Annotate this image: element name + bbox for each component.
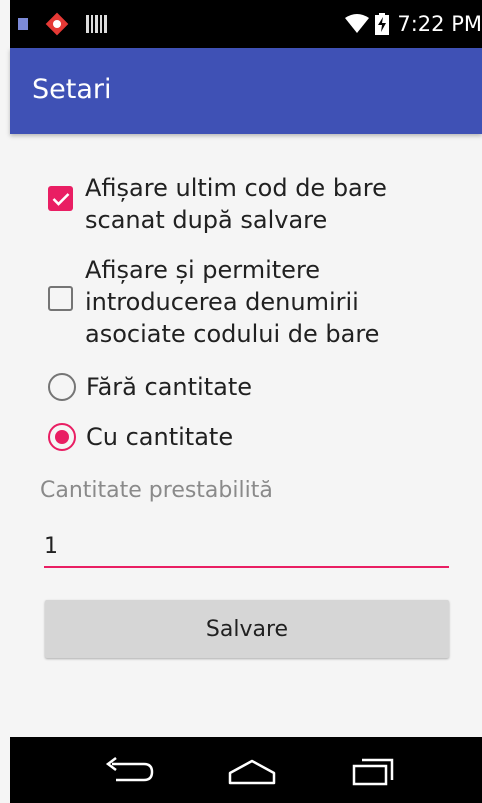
wifi-icon: [345, 14, 370, 33]
radio-no-quantity[interactable]: Fără cantitate: [48, 371, 252, 403]
back-icon: [105, 757, 154, 782]
app-bar: Setari: [10, 48, 482, 134]
radio-unselected-icon[interactable]: [48, 373, 76, 401]
setting-show-last-code[interactable]: Afișare ultim cod de bare scanat după sa…: [48, 172, 387, 236]
radio-selected-icon[interactable]: [48, 423, 76, 451]
recents-button[interactable]: [343, 751, 403, 791]
home-button[interactable]: [222, 751, 282, 791]
radio-with-quantity[interactable]: Cu cantitate: [48, 421, 233, 453]
setting-name-entry-label: Afișare și permitere introducerea denumi…: [85, 256, 380, 348]
status-time: 7:22 PM: [397, 12, 482, 36]
status-notifications: [18, 12, 109, 36]
page-title: Setari: [32, 74, 112, 105]
status-system: 7:22 PM: [345, 10, 482, 38]
checkbox-unchecked-icon[interactable]: [48, 286, 73, 311]
notification-square-icon: [18, 18, 28, 30]
radio-with-quantity-label: Cu cantitate: [86, 423, 234, 451]
checkbox-checked-icon[interactable]: [48, 186, 73, 211]
back-button[interactable]: [98, 751, 158, 791]
app-diamond-icon: [45, 12, 69, 36]
nav-bar: [10, 737, 482, 803]
status-bar: 7:22 PM: [10, 0, 482, 48]
home-icon: [228, 759, 276, 785]
barcode-icon: [86, 15, 109, 33]
battery-charging-icon: [375, 13, 390, 35]
default-quantity-input[interactable]: [44, 530, 449, 568]
save-button[interactable]: Salvare: [45, 600, 449, 658]
setting-name-entry[interactable]: Afișare și permitere introducerea denumi…: [48, 254, 379, 350]
default-quantity-label: Cantitate prestabilită: [40, 478, 273, 503]
setting-show-last-code-label: Afișare ultim cod de bare scanat după sa…: [85, 174, 387, 234]
radio-no-quantity-label: Fără cantitate: [86, 373, 252, 401]
recents-icon: [352, 758, 394, 786]
